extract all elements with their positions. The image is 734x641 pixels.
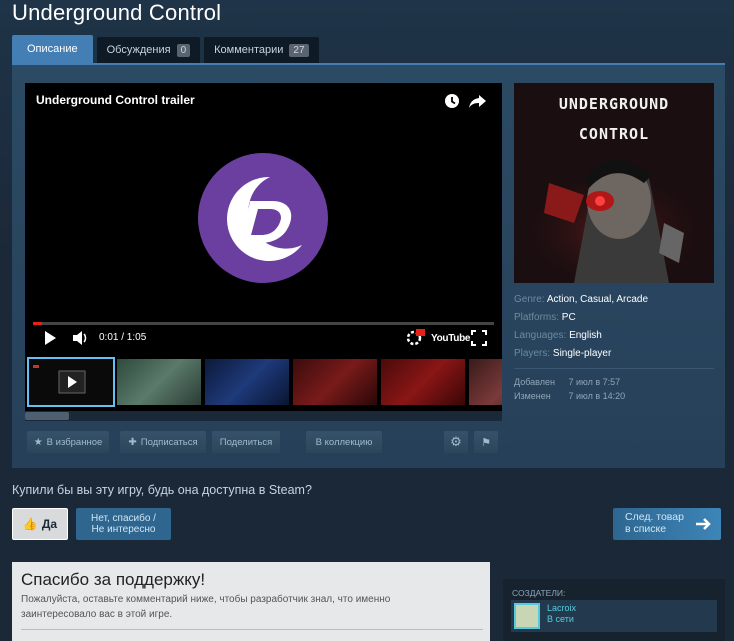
fullscreen-icon[interactable]: [471, 329, 487, 347]
favorite-label: В избранное: [46, 436, 103, 448]
genre-row: Genre: Action, Casual, Arcade: [514, 294, 649, 305]
vote-yes-button[interactable]: 👍 Да: [12, 508, 68, 540]
genre-key: Genre:: [514, 294, 545, 305]
thumbnail-scrollbar[interactable]: [25, 411, 502, 421]
added-row: Добавлен 7 июл в 7:57: [514, 377, 620, 387]
screenshot-thumbnail[interactable]: [469, 359, 502, 405]
thanks-title: Спасибо за поддержку!: [21, 570, 206, 589]
add-to-collection-button[interactable]: В коллекцию: [306, 431, 382, 453]
genre-link[interactable]: Action: [547, 294, 575, 305]
scrollbar-handle[interactable]: [25, 412, 69, 420]
players-key: Players:: [514, 348, 551, 359]
youtube-logo[interactable]: YouTube: [431, 330, 471, 346]
flag-icon: ⚑: [481, 436, 491, 449]
changed-row: Изменен 7 июл в 14:20: [514, 391, 625, 401]
platforms-key: Platforms:: [514, 312, 560, 323]
avatar[interactable]: [514, 603, 540, 629]
subscribe-button[interactable]: ✚ Подписаться: [120, 431, 206, 453]
creators-panel: СОЗДАТЕЛИ: Lacroix В сети: [503, 579, 725, 641]
video-progress-fill: [33, 322, 43, 325]
publisher-logo: [198, 153, 328, 283]
video-title[interactable]: Underground Control trailer: [36, 93, 195, 107]
video-time: 0:01 / 1:05: [99, 332, 147, 343]
report-button[interactable]: ⚑: [474, 431, 498, 453]
tab-discussions[interactable]: Обсуждения 0: [96, 37, 201, 63]
share-label: Поделиться: [219, 436, 273, 448]
thanks-divider: [21, 629, 483, 630]
added-value: 7 июл в 7:57: [568, 377, 621, 387]
favorite-button[interactable]: ★ В избранное: [27, 431, 109, 453]
arrow-right-icon: [696, 518, 711, 530]
vote-no-label-line2: Не интересно: [91, 524, 156, 535]
vote-yes-label: Да: [41, 517, 58, 531]
players-row: Players: Single-player: [514, 348, 611, 359]
languages-key: Languages:: [514, 330, 567, 341]
subscribe-label: Подписаться: [140, 436, 198, 448]
vote-no-button[interactable]: Нет, спасибо / Не интересно: [76, 508, 171, 540]
changed-value: 7 июл в 14:20: [568, 391, 626, 401]
play-icon[interactable]: [43, 329, 57, 347]
changed-key: Изменен: [514, 391, 551, 401]
tab-bar: Описание Обсуждения 0 Комментарии 27: [12, 35, 319, 63]
publisher-logo-icon: [227, 176, 302, 261]
main-panel: Underground Control trailer 0:01 / 1:05: [12, 63, 725, 468]
video-player[interactable]: Underground Control trailer 0:01 / 1:05: [25, 83, 502, 353]
tab-comments[interactable]: Комментарии 27: [204, 37, 319, 63]
genre-link[interactable]: Arcade: [616, 294, 648, 305]
thanks-text: Пожалуйста, оставьте комментарий ниже, ч…: [21, 594, 391, 620]
meta-divider: [514, 368, 714, 369]
volume-icon[interactable]: [71, 329, 89, 347]
media-thumbnail-strip[interactable]: [25, 353, 502, 411]
languages-row: Languages: English: [514, 330, 602, 341]
tab-count-badge: 27: [289, 43, 309, 57]
collection-label: В коллекцию: [315, 436, 373, 448]
page-title: Underground Control: [12, 0, 222, 25]
genre-link[interactable]: Casual: [580, 294, 611, 305]
youtube-logo-text: YouTube: [431, 332, 471, 344]
platforms-row: Platforms: PC: [514, 312, 576, 323]
added-key: Добавлен: [514, 377, 555, 387]
gear-icon: ⚙: [450, 434, 462, 449]
video-progress-bar[interactable]: [33, 322, 494, 325]
tab-label: Описание: [27, 43, 78, 55]
thanks-panel: Спасибо за поддержку! Пожалуйста, оставь…: [12, 562, 490, 641]
screenshot-thumbnail[interactable]: [205, 359, 289, 405]
play-icon: [33, 365, 86, 394]
tab-label: Обсуждения: [106, 44, 171, 56]
vote-question: Купили бы вы эту игру, будь она доступна…: [12, 483, 312, 497]
tab-label: Комментарии: [214, 44, 284, 56]
vote-no-label-line1: Нет, спасибо /: [91, 513, 156, 524]
next-item-label-line2: в списке: [625, 523, 667, 535]
screenshot-thumbnail[interactable]: [293, 359, 377, 405]
video-thumbnail[interactable]: [27, 357, 115, 407]
share-button[interactable]: Поделиться: [212, 431, 280, 453]
creators-label: СОЗДАТЕЛИ:: [512, 588, 566, 598]
next-item-button[interactable]: След. товар в списке: [613, 508, 721, 540]
creator-row[interactable]: Lacroix В сети: [511, 600, 717, 632]
creator-name[interactable]: Lacroix: [547, 603, 576, 613]
hd-settings-icon[interactable]: [405, 327, 425, 347]
game-capsule-image: UNDERGROUND CONTROL: [514, 83, 714, 283]
capsule-artwork: [514, 153, 714, 283]
tab-count-badge: 0: [176, 43, 191, 57]
share-arrow-icon[interactable]: [469, 92, 487, 110]
creator-status: В сети: [547, 614, 574, 624]
screenshot-thumbnail[interactable]: [381, 359, 465, 405]
watch-later-icon[interactable]: [443, 92, 461, 110]
players-value[interactable]: Single-player: [553, 348, 611, 359]
platforms-value[interactable]: PC: [562, 312, 576, 323]
languages-value[interactable]: English: [569, 330, 602, 341]
screenshot-thumbnail[interactable]: [117, 359, 201, 405]
tab-description[interactable]: Описание: [12, 35, 93, 63]
settings-button[interactable]: ⚙: [444, 431, 468, 453]
star-icon: ★: [33, 436, 43, 448]
thumbs-up-icon: ✚: [128, 436, 137, 448]
thumbs-up-icon: 👍: [22, 517, 38, 531]
